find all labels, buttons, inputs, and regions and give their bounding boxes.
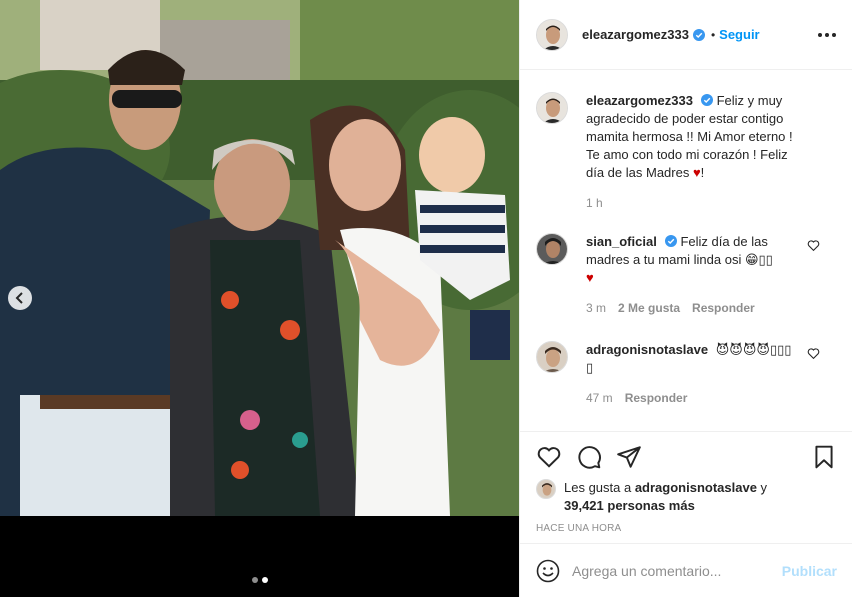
- comment-text: Feliz día de las: [680, 234, 768, 249]
- likes-mid: y: [756, 480, 768, 495]
- verified-badge-icon: [692, 28, 705, 41]
- separator-dot: •: [710, 27, 716, 42]
- caption-text-line: Feliz y muy: [716, 93, 783, 108]
- avatar[interactable]: [536, 233, 568, 265]
- caption-text-line: día de las Madres: [586, 165, 693, 180]
- family-photo-image: [0, 0, 519, 516]
- verified-badge-icon: [700, 94, 713, 106]
- carousel-prev-button[interactable]: [8, 286, 32, 310]
- comment-likes[interactable]: 2 Me gusta: [618, 299, 680, 317]
- comment-item: adragonisnotaslave 😈😈😈😈▯▯▯ ▯ 47 m Respon…: [536, 341, 836, 407]
- share-send-icon[interactable]: [616, 444, 642, 470]
- comment-bubble-icon[interactable]: [576, 444, 602, 470]
- likes-prefix: Les gusta a: [564, 480, 635, 495]
- heart-emoji: ♥: [586, 270, 594, 285]
- avatar[interactable]: [536, 341, 568, 373]
- carousel-indicator: [0, 577, 519, 583]
- follow-button[interactable]: Seguir: [719, 27, 759, 42]
- post-sidebar: eleazargomez333 • Seguir eleazargomez333…: [519, 0, 852, 597]
- header-username[interactable]: eleazargomez333: [582, 27, 689, 42]
- reply-button[interactable]: Responder: [692, 299, 755, 317]
- caption-text-end: !: [700, 165, 705, 180]
- like-heart-icon[interactable]: [536, 444, 562, 470]
- caption-meta: 1 h: [586, 194, 816, 212]
- comment-username[interactable]: sian_oficial: [586, 234, 657, 249]
- comment-meta: 47 m Responder: [586, 389, 816, 407]
- publish-button[interactable]: Publicar: [782, 563, 837, 579]
- comment-time[interactable]: 47 m: [586, 389, 613, 407]
- caption-text-line: mamita hermosa !! Mi Amor eterno !: [586, 129, 793, 144]
- comment-body: adragonisnotaslave 😈😈😈😈▯▯▯ ▯ 47 m Respon…: [586, 341, 816, 407]
- emoji-smiley-icon[interactable]: [536, 559, 560, 583]
- comment-meta: 3 m 2 Me gusta Responder: [586, 299, 816, 317]
- avatar[interactable]: [536, 479, 556, 499]
- likes-count[interactable]: 39,421 personas más: [564, 498, 695, 513]
- caption: eleazargomez333 Feliz y muy agradecido d…: [536, 92, 836, 212]
- avatar[interactable]: [536, 92, 568, 124]
- comment-text: ▯: [586, 360, 594, 375]
- chevron-left-icon: [15, 292, 23, 304]
- more-options-icon[interactable]: [818, 27, 836, 43]
- add-comment-bar: Publicar: [520, 543, 852, 597]
- caption-text-line: Te amo con todo mi corazón ! Feliz: [586, 147, 788, 162]
- avatar-image: [537, 93, 567, 123]
- comment-input[interactable]: [572, 562, 772, 579]
- comment-text: madres a tu mami linda osi 😁▯▯: [586, 252, 773, 267]
- comment-item: sian_oficial Feliz día de las madres a t…: [536, 233, 836, 317]
- avatar-image: [537, 342, 567, 372]
- avatar-image: [537, 234, 567, 264]
- likes-summary: Les gusta a adragonisnotaslave y 39,421 …: [536, 479, 836, 515]
- comment-body: sian_oficial Feliz día de las madres a t…: [586, 233, 816, 317]
- reply-button[interactable]: Responder: [625, 389, 688, 407]
- post-actions: Les gusta a adragonisnotaslave y 39,421 …: [520, 431, 852, 543]
- carousel-dot: [251, 577, 258, 583]
- post-media: [0, 0, 519, 597]
- post-photo[interactable]: [0, 0, 519, 516]
- comment-username[interactable]: adragonisnotaslave: [586, 342, 708, 357]
- heart-emoji: ♥: [692, 165, 701, 180]
- comment-time[interactable]: 3 m: [586, 299, 606, 317]
- caption-text-line: agradecido de poder estar contigo: [586, 111, 784, 126]
- avatar-image: [537, 19, 567, 50]
- action-icons-row: [536, 444, 837, 470]
- caption-body: eleazargomez333 Feliz y muy agradecido d…: [586, 92, 816, 212]
- carousel-dot-active: [261, 577, 268, 583]
- comment-text: 😈😈😈😈▯▯▯: [715, 342, 792, 357]
- caption-text-line-last: día de las Madres ♥!: [586, 164, 816, 182]
- post-header: eleazargomez333 • Seguir: [520, 0, 852, 70]
- like-comment-heart-icon[interactable]: [807, 347, 820, 360]
- caption-username[interactable]: eleazargomez333: [586, 93, 693, 108]
- caption-time[interactable]: 1 h: [586, 194, 603, 212]
- verified-badge-icon: [664, 235, 677, 247]
- comments-list: eleazargomez333 Feliz y muy agradecido d…: [520, 71, 852, 431]
- save-bookmark-icon[interactable]: [811, 444, 837, 470]
- likes-user[interactable]: adragonisnotaslave: [635, 480, 757, 495]
- likes-text: Les gusta a adragonisnotaslave y 39,421 …: [564, 479, 767, 515]
- post-timestamp[interactable]: HACE UNA HORA: [536, 523, 621, 534]
- like-comment-heart-icon[interactable]: [807, 239, 820, 252]
- avatar[interactable]: [536, 18, 568, 51]
- avatar-image: [537, 480, 555, 498]
